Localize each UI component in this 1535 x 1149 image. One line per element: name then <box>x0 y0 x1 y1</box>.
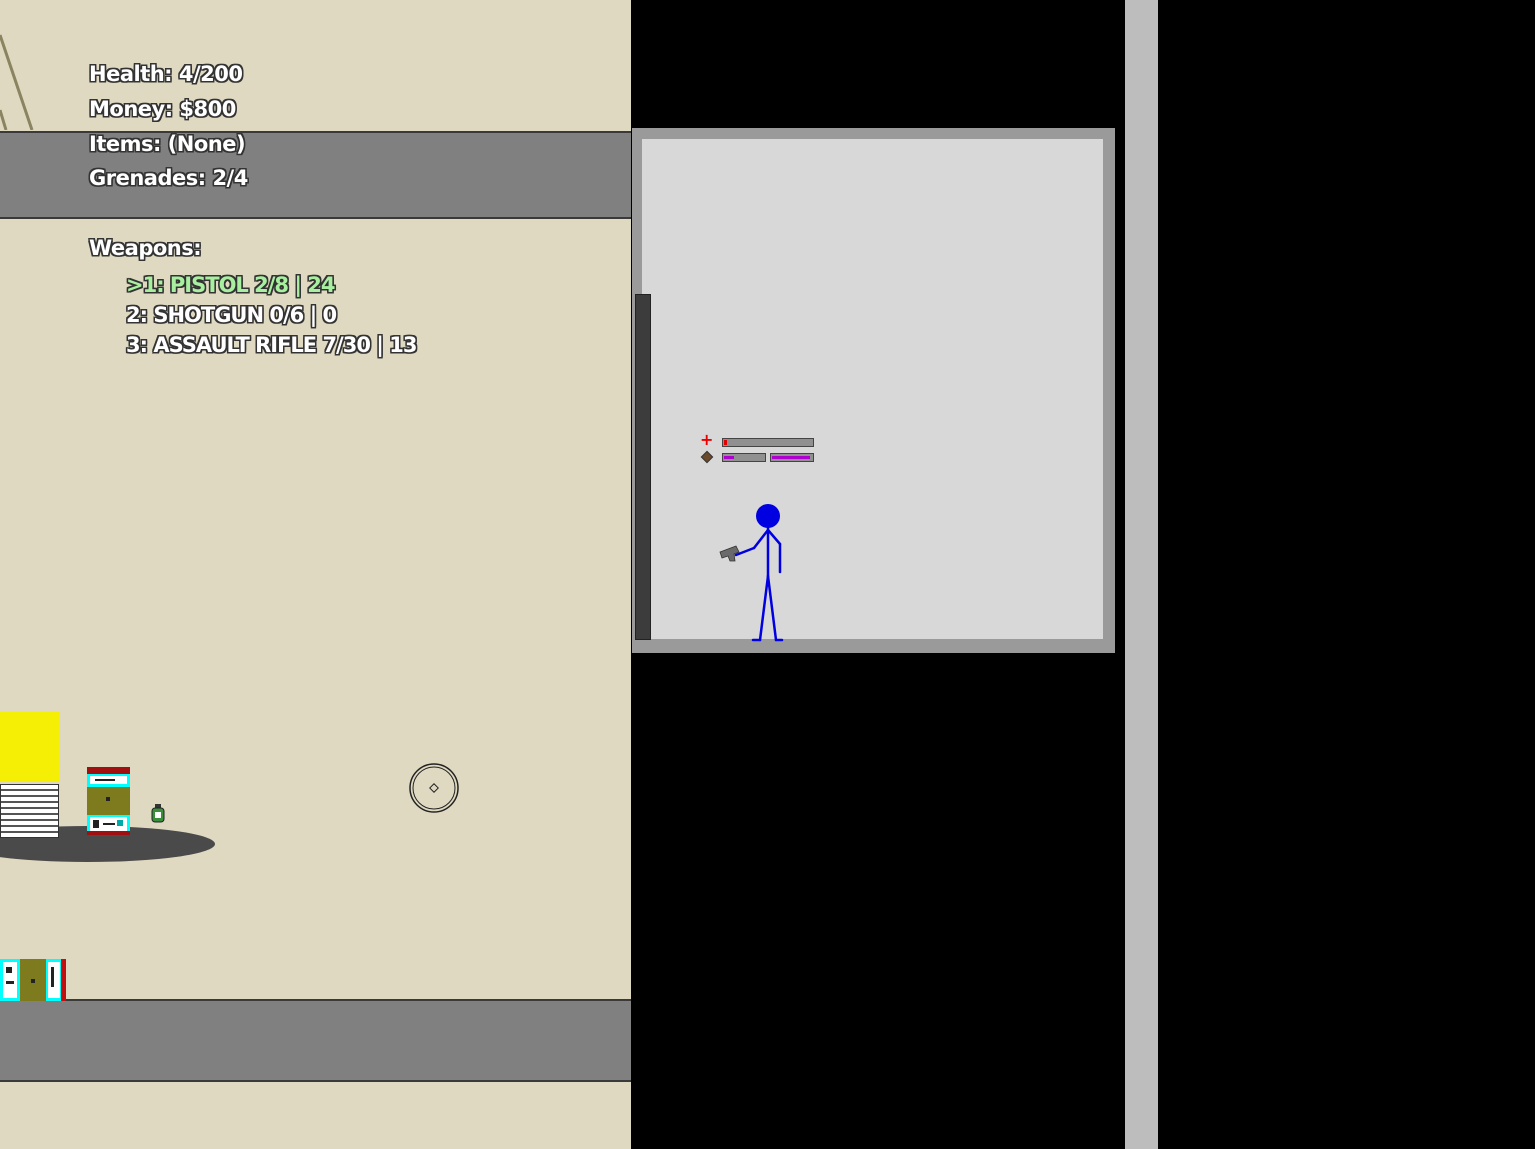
grenade-pickup-icon[interactable] <box>150 803 166 823</box>
pillar <box>1125 0 1158 1149</box>
grenades-readout: Grenades: 2/4 <box>89 166 248 190</box>
yellow-cabinet <box>0 712 60 782</box>
clip-ammo-bar <box>722 453 766 462</box>
reserve-ammo-fill <box>772 456 810 459</box>
weapon-slot-3[interactable]: 3: ASSAULT RIFLE 7/30 | 13 <box>126 333 417 357</box>
ammo-icon <box>700 450 714 464</box>
health-bar-fill <box>724 440 727 445</box>
pistol-icon <box>719 545 740 562</box>
items-readout: Items: (None) <box>89 132 246 156</box>
money-readout: Money: $800 <box>89 97 236 121</box>
weapons-header: Weapons: <box>89 236 202 260</box>
health-icon: + <box>700 430 714 449</box>
elevator-door[interactable] <box>635 294 651 640</box>
diagonal-beam <box>0 34 34 130</box>
floor-platform <box>0 999 631 1082</box>
reserve-ammo-bar <box>770 453 814 462</box>
health-readout: Health: 4/200 <box>89 62 243 86</box>
weapon-slot-2[interactable]: 2: SHOTGUN 0/6 | 0 <box>126 303 337 327</box>
elevator <box>632 128 1115 653</box>
player-stickman <box>719 504 784 642</box>
shelf <box>0 784 59 838</box>
vending-crate[interactable] <box>0 959 66 1001</box>
vending-crate[interactable] <box>87 767 130 835</box>
crosshair-icon <box>409 763 459 813</box>
health-bar <box>722 438 814 447</box>
clip-ammo-fill <box>724 456 734 459</box>
weapon-slot-1[interactable]: >1: PISTOL 2/8 | 24 <box>126 273 336 297</box>
